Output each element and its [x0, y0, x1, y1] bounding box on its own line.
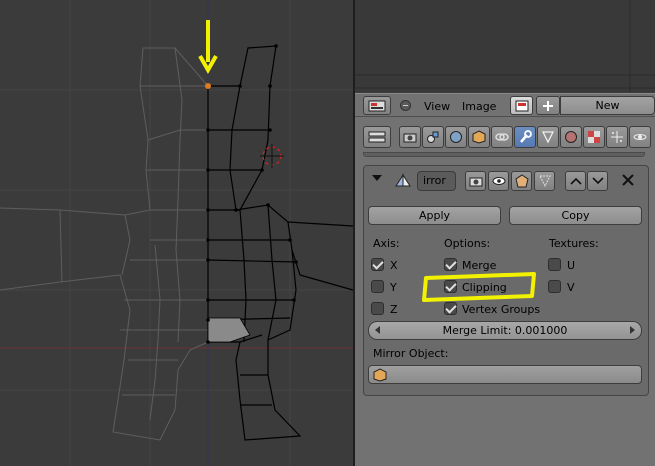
axis-x-label: X [390, 259, 398, 272]
render-toggle-icon[interactable] [465, 171, 486, 191]
editor-type-icon[interactable] [363, 96, 391, 115]
properties-tabs [397, 125, 655, 149]
modifier-name-field[interactable]: irror [417, 171, 456, 191]
texture-u-label: U [567, 259, 576, 272]
image-browse-icon[interactable] [510, 96, 533, 115]
texture-v-label: V [567, 281, 575, 294]
mirror-object-label: Mirror Object: [373, 347, 449, 360]
edit-mode-toggle-icon[interactable] [511, 171, 532, 191]
axis-heading: Axis: [373, 237, 400, 250]
axis-y-label: Y [390, 281, 397, 294]
clipping-highlight-annotation [422, 272, 536, 302]
apply-button[interactable]: Apply [368, 206, 501, 225]
mesh-wireframe [0, 0, 353, 466]
move-up-icon[interactable] [565, 171, 586, 191]
scene-icon[interactable] [422, 126, 444, 148]
new-image-button[interactable]: New [560, 96, 655, 115]
axis-x-checkbox[interactable] [371, 258, 384, 271]
particles-icon[interactable] [606, 126, 628, 148]
physics-icon[interactable] [629, 126, 651, 148]
options-heading: Options: [444, 237, 491, 250]
image-editor-area[interactable] [355, 0, 655, 92]
merge-limit-value: Merge Limit: 0.001000 [442, 324, 568, 337]
axis-y-checkbox[interactable] [371, 280, 384, 293]
modifiers-wrench-icon[interactable] [514, 126, 536, 148]
collapsed-panel-header[interactable] [363, 152, 645, 157]
texture-icon[interactable] [583, 126, 605, 148]
collapse-menus-icon[interactable] [400, 100, 411, 111]
object-icon[interactable] [468, 126, 490, 148]
data-icon[interactable] [537, 126, 559, 148]
remove-modifier-close-icon[interactable] [621, 173, 635, 187]
constraints-icon[interactable] [491, 126, 513, 148]
cage-mode-toggle-icon[interactable] [534, 171, 555, 191]
new-image-plus-icon[interactable] [536, 96, 560, 115]
world-icon[interactable] [445, 126, 467, 148]
textures-heading: Textures: [549, 237, 599, 250]
image-menu[interactable]: Image [462, 100, 496, 113]
increment-arrow-icon[interactable] [630, 326, 635, 334]
selected-vertex[interactable] [205, 83, 211, 89]
render-icon[interactable] [399, 126, 421, 148]
viewport-toggle-eye-icon[interactable] [488, 171, 509, 191]
3d-viewport[interactable] [0, 0, 353, 466]
axis-z-checkbox[interactable] [371, 302, 384, 315]
image-editor-header: View Image New [355, 93, 655, 117]
move-down-icon[interactable] [587, 171, 608, 191]
texture-v-checkbox[interactable] [548, 280, 561, 293]
texture-u-checkbox[interactable] [548, 258, 561, 271]
mirror-modifier-panel: irror Apply Copy Axis: Options: Textures… [363, 165, 649, 396]
copy-button[interactable]: Copy [509, 206, 642, 225]
object-cube-icon [373, 368, 387, 382]
merge-limit-slider[interactable]: Merge Limit: 0.001000 [368, 321, 642, 340]
axis-z-label: Z [390, 303, 398, 316]
editor-type-properties-icon[interactable] [363, 126, 391, 148]
image-editor-grid [355, 0, 655, 92]
expand-triangle-icon[interactable] [372, 175, 382, 181]
view-menu[interactable]: View [424, 100, 450, 113]
mirror-modifier-icon [395, 173, 411, 187]
material-icon[interactable] [560, 126, 582, 148]
mirror-object-field[interactable] [368, 365, 642, 384]
